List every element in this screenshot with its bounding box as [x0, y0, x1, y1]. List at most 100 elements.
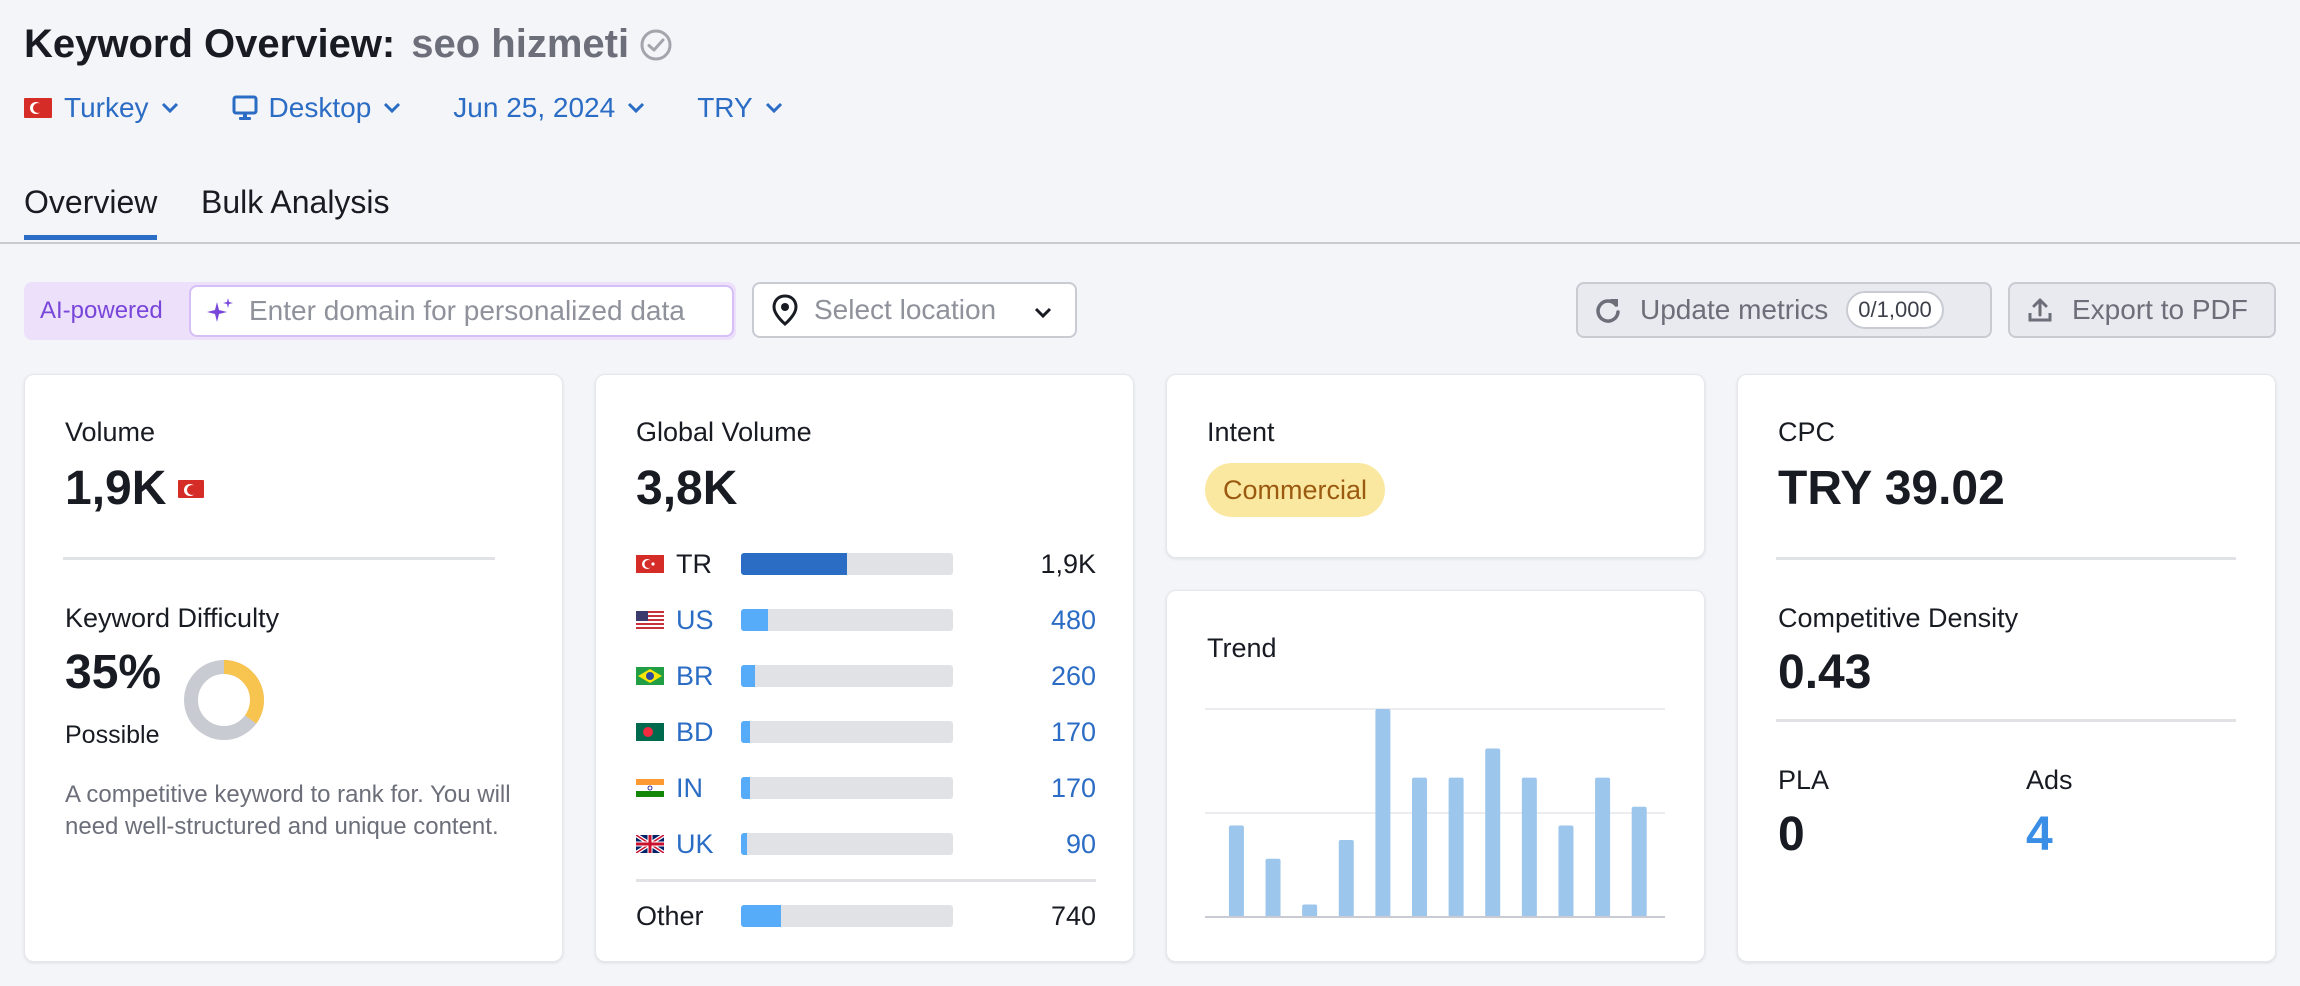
currency-dropdown[interactable]: TRY	[697, 92, 783, 124]
update-metrics-button[interactable]: Update metrics 0/1,000	[1576, 282, 1992, 338]
trend-bar[interactable]	[1558, 825, 1574, 917]
ads-value-link[interactable]: 4	[2026, 807, 2053, 862]
tab-overview[interactable]: Overview	[24, 184, 158, 240]
ai-domain-box: AI-powered	[24, 282, 736, 340]
device-dropdown[interactable]: Desktop	[231, 92, 402, 124]
bangladesh-flag-icon	[636, 723, 664, 741]
country-code-link[interactable]: BR	[676, 661, 746, 692]
volume-bar-track	[741, 553, 953, 575]
date-dropdown[interactable]: Jun 25, 2024	[453, 92, 645, 124]
turkey-flag-icon	[24, 98, 52, 118]
chevron-down-icon	[628, 102, 645, 114]
country-row-other: Other 740	[636, 901, 1096, 931]
volume-bar-track	[741, 665, 953, 687]
cpc-value: TRY 39.02	[1778, 462, 2005, 515]
country-volume-link[interactable]: 90	[1066, 829, 1096, 860]
trend-card: Trend	[1166, 590, 1705, 962]
country-code-link[interactable]: UK	[676, 829, 746, 860]
country-code-link[interactable]: IN	[676, 773, 746, 804]
volume-bar-track	[741, 777, 953, 799]
volume-bar-fill	[741, 609, 768, 631]
page-title: Keyword Overview: seo hizmeti	[24, 22, 673, 67]
country-code-link[interactable]: US	[676, 605, 746, 636]
trend-bar[interactable]	[1302, 904, 1318, 917]
volume-bar-track	[741, 721, 953, 743]
intent-card: Intent Commercial	[1166, 374, 1705, 558]
global-volume-card: Global Volume 3,8K TR 1,9K US 480 BR 260…	[595, 374, 1134, 962]
export-pdf-label: Export to PDF	[2072, 294, 2248, 325]
pla-value: 0	[1778, 808, 1805, 861]
location-pin-icon	[772, 294, 798, 326]
kd-label: Keyword Difficulty	[65, 603, 280, 633]
domain-input[interactable]	[249, 295, 719, 327]
divider	[1776, 557, 2236, 560]
country-row-uk: UK 90	[636, 829, 1096, 859]
country-volume: 1,9K	[1040, 548, 1096, 579]
divider	[1776, 719, 2236, 722]
volume-label: Volume	[65, 417, 156, 447]
other-label: Other	[636, 900, 704, 931]
intent-badge: Commercial	[1205, 463, 1386, 517]
kd-donut-chart	[184, 660, 264, 740]
keyword-text: seo hizmeti	[411, 22, 630, 66]
trend-bar[interactable]	[1485, 748, 1501, 917]
trend-bar[interactable]	[1448, 777, 1464, 917]
country-volume-link[interactable]: 260	[1051, 661, 1096, 692]
country-code: TR	[676, 548, 712, 579]
kd-rating: Possible	[65, 721, 160, 749]
page-title-text: Keyword Overview:	[24, 22, 396, 66]
trend-bar[interactable]	[1595, 777, 1611, 917]
trend-bar[interactable]	[1631, 806, 1647, 917]
country-volume-link[interactable]: 480	[1051, 605, 1096, 636]
trend-bar[interactable]	[1375, 709, 1391, 917]
density-label: Competitive Density	[1778, 603, 2019, 633]
country-volume-link[interactable]: 170	[1051, 717, 1096, 748]
pla-label: PLA	[1778, 765, 1830, 795]
volume-bar-fill	[741, 553, 847, 575]
us-flag-icon	[636, 611, 664, 629]
country-label: Turkey	[64, 92, 149, 123]
india-flag-icon	[636, 779, 664, 797]
trend-bar[interactable]	[1228, 825, 1244, 917]
country-volume-link[interactable]: 170	[1051, 773, 1096, 804]
volume-value: 1,9K	[65, 462, 167, 515]
trend-bar[interactable]	[1521, 777, 1537, 917]
location-placeholder: Select location	[814, 294, 997, 325]
date-label: Jun 25, 2024	[453, 92, 616, 123]
country-code-link[interactable]: BD	[676, 717, 746, 748]
country-row-br: BR 260	[636, 661, 1096, 691]
country-dropdown[interactable]: Turkey	[24, 92, 179, 124]
divider	[63, 557, 495, 560]
brazil-flag-icon	[636, 667, 664, 685]
tab-bulk-analysis[interactable]: Bulk Analysis	[201, 184, 390, 235]
turkey-flag-icon	[636, 555, 664, 573]
volume-bar-track	[741, 609, 953, 631]
desktop-icon	[232, 95, 258, 120]
export-pdf-button[interactable]: Export to PDF	[2008, 282, 2276, 338]
trend-bar[interactable]	[1412, 777, 1427, 917]
ads-label: Ads	[2026, 765, 2073, 795]
cpc-card: CPC TRY 39.02 Competitive Density 0.43 P…	[1737, 374, 2276, 962]
location-select[interactable]: Select location	[752, 282, 1077, 338]
sparkle-icon	[207, 298, 233, 322]
uk-flag-icon	[636, 835, 664, 853]
update-count-badge: 0/1,000	[1846, 291, 1944, 329]
volume-bar-fill	[741, 665, 755, 687]
cpc-label: CPC	[1778, 417, 1836, 447]
country-row-bd: BD 170	[636, 717, 1096, 747]
tab-bar: Overview Bulk Analysis	[0, 176, 2300, 244]
domain-input-wrapper[interactable]	[189, 285, 734, 337]
volume-bar-track	[741, 905, 953, 927]
volume-bar-fill	[741, 777, 750, 799]
global-volume-label: Global Volume	[636, 417, 812, 447]
volume-bar-fill	[741, 833, 747, 855]
kd-value: 35%	[65, 646, 162, 699]
chevron-down-icon	[1034, 307, 1052, 319]
check-circle-icon	[640, 29, 672, 60]
trend-bar[interactable]	[1265, 858, 1281, 917]
chevron-down-icon	[384, 102, 401, 114]
trend-bar[interactable]	[1338, 840, 1354, 917]
country-row-us: US 480	[636, 605, 1096, 635]
other-volume: 740	[1050, 900, 1096, 931]
filter-bar: Turkey Desktop Jun 25, 2024 TRY	[24, 92, 835, 124]
